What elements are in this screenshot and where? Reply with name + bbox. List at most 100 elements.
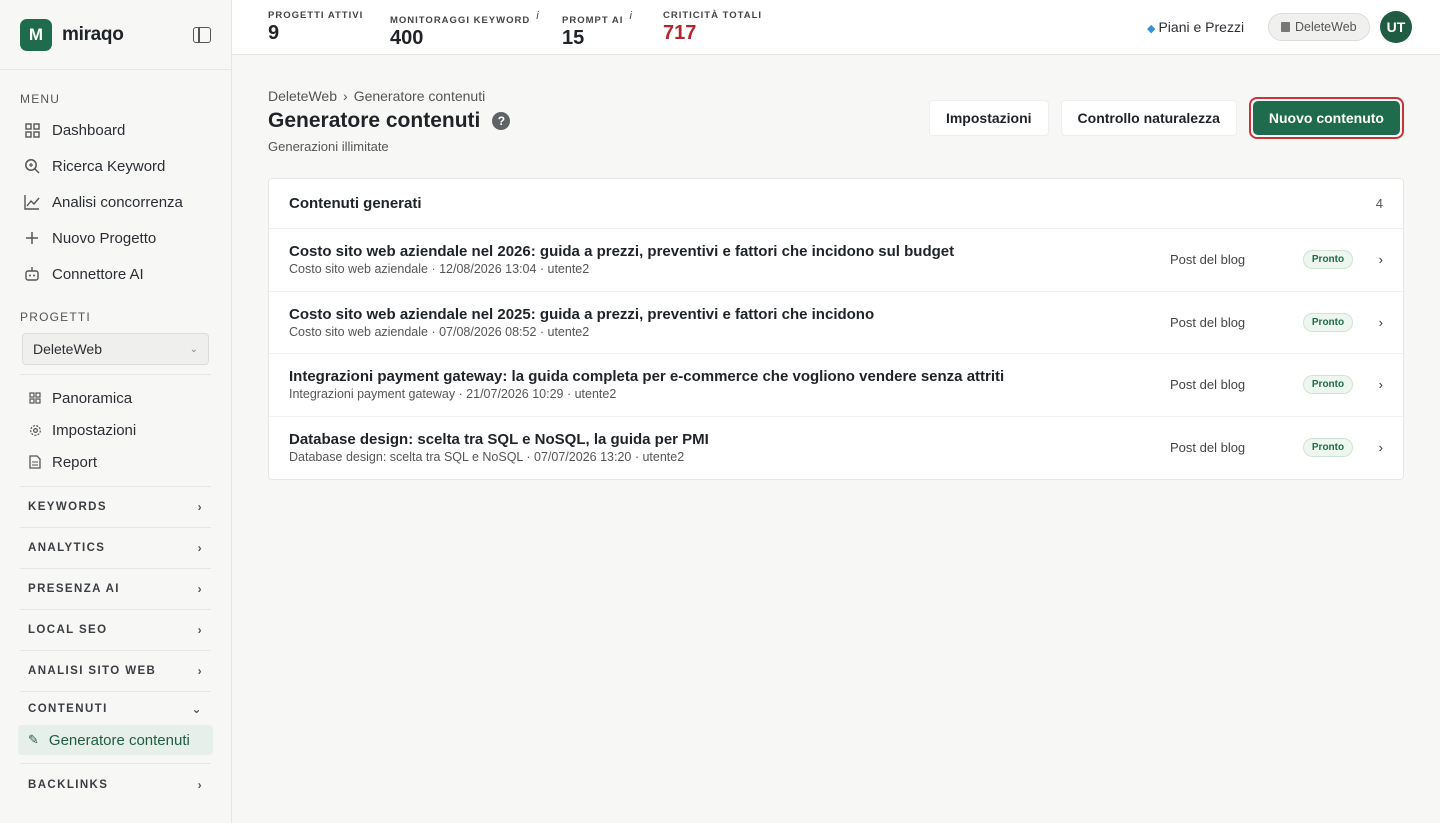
stat-prompt-ai: PROMPT AI i 15: [562, 10, 633, 50]
help-icon[interactable]: ?: [492, 112, 511, 130]
chevron-right-icon: ›: [197, 663, 203, 678]
chevron-right-icon: ›: [197, 540, 203, 555]
nav-item-label: Ricerca Keyword: [52, 157, 166, 175]
brand-header: M miraqo: [0, 0, 231, 70]
item-text: Database design: scelta tra SQL e NoSQL,…: [289, 431, 1170, 464]
group-keywords[interactable]: KEYWORDS ›: [20, 486, 211, 526]
project-item-label: Impostazioni: [52, 421, 137, 439]
breadcrumb-separator: ›: [343, 88, 348, 104]
highlight-ring: Nuovo contenuto: [1248, 97, 1404, 139]
status-badge: Pronto: [1303, 312, 1353, 332]
chevron-right-icon: ›: [197, 777, 203, 792]
project-item-report[interactable]: Report: [0, 446, 231, 478]
group-analytics[interactable]: ANALYTICS ›: [20, 527, 211, 567]
new-content-button[interactable]: Nuovo contenuto: [1252, 101, 1400, 135]
naturalness-check-button[interactable]: Controllo naturalezza: [1060, 100, 1237, 136]
settings-button[interactable]: Impostazioni: [928, 100, 1049, 136]
content-count: 4: [1375, 196, 1383, 211]
group-backlinks[interactable]: BACKLINKS ›: [20, 763, 211, 805]
brand-name[interactable]: miraqo: [62, 24, 124, 46]
generated-content-card: Contenuti generati 4 Costo sito web azie…: [268, 178, 1404, 480]
list-item[interactable]: Database design: scelta tra SQL e NoSQL,…: [269, 417, 1403, 480]
info-icon[interactable]: i: [629, 10, 632, 22]
workspace-button[interactable]: DeleteWeb: [1268, 13, 1370, 41]
nav-item-analisi-concorrenza[interactable]: Analisi concorrenza: [0, 184, 231, 220]
nav-item-label: Nuovo Progetto: [52, 229, 157, 247]
card-title: Contenuti generati: [289, 195, 422, 212]
stat-label: CRITICITÀ TOTALI: [663, 10, 763, 21]
pencil-icon: ✎: [28, 732, 39, 747]
item-title: Costo sito web aziendale nel 2026: guida…: [289, 243, 955, 261]
group-analisi-sito-web[interactable]: ANALISI SITO WEB ›: [20, 650, 211, 690]
item-text: Costo sito web aziendale nel 2026: guida…: [289, 243, 1170, 276]
item-meta: Costo sito web aziendale · 07/08/2026 08…: [289, 324, 590, 339]
chevron-down-icon: ⌄: [189, 343, 198, 355]
list-item[interactable]: Costo sito web aziendale nel 2026: guida…: [269, 229, 1403, 292]
chart-icon: [24, 194, 40, 210]
project-select[interactable]: DeleteWeb ⌄: [22, 333, 209, 365]
project-item-label: Report: [52, 453, 98, 471]
stat-label: PROMPT AI i: [562, 10, 633, 26]
stat-progetti-attivi: PROGETTI ATTIVI 9: [268, 10, 363, 45]
projects-section-title: PROGETTI: [20, 310, 91, 324]
main-content: DeleteWeb › Generatore contenuti Generator…: [268, 55, 1404, 480]
nav-item-ricerca-keyword[interactable]: Ricerca Keyword: [0, 148, 231, 184]
stat-label: PROGETTI ATTIVI: [268, 10, 364, 21]
group-label: BACKLINKS: [28, 778, 109, 791]
group-label: ANALYTICS: [28, 541, 106, 554]
pricing-label: Piani e Prezzi: [1158, 19, 1245, 35]
nav-item-label: Generatore contenuti: [48, 731, 190, 749]
group-contenuti[interactable]: CONTENUTI ⌄: [20, 691, 211, 725]
group-label: CONTENUTI: [28, 702, 108, 715]
stat-monitoraggi-keyword: MONITORAGGI KEYWORD i 400: [390, 10, 540, 50]
chevron-right-icon[interactable]: ›: [1353, 440, 1383, 455]
group-presenza-ai[interactable]: PRESENZA AI ›: [20, 568, 211, 608]
stat-value: 9: [268, 22, 280, 44]
item-title: Database design: scelta tra SQL e NoSQL,…: [289, 431, 709, 449]
stat-value: 15: [562, 27, 585, 50]
robot-icon: [24, 266, 40, 282]
list-item[interactable]: Costo sito web aziendale nel 2025: guida…: [269, 292, 1403, 354]
nav-item-nuovo-progetto[interactable]: Nuovo Progetto: [0, 220, 231, 256]
item-title: Costo sito web aziendale nel 2025: guida…: [289, 305, 875, 323]
chevron-right-icon[interactable]: ›: [1353, 252, 1383, 267]
project-item-panoramica[interactable]: Panoramica: [0, 382, 231, 414]
item-meta: Costo sito web aziendale · 12/08/2026 13…: [289, 262, 590, 277]
item-text: Integrazioni payment gateway: la guida c…: [289, 368, 1170, 401]
chevron-right-icon[interactable]: ›: [1353, 377, 1383, 392]
logo-icon[interactable]: M: [20, 18, 52, 51]
page-title: Generatore contenuti: [268, 109, 481, 132]
nav-item-generatore-contenuti[interactable]: ✎ Generatore contenuti: [18, 725, 213, 755]
nav-item-label: Analisi concorrenza: [52, 193, 183, 211]
item-type: Post del blog: [1170, 314, 1246, 330]
item-type: Post del blog: [1170, 377, 1246, 393]
project-item-impostazioni[interactable]: Impostazioni: [0, 414, 231, 446]
info-icon[interactable]: i: [536, 10, 539, 22]
workspace-label: DeleteWeb: [1295, 20, 1357, 34]
group-label: ANALISI SITO WEB: [28, 664, 157, 677]
gear-icon: [28, 423, 42, 437]
pricing-link[interactable]: ◆ Piani e Prezzi: [1147, 19, 1244, 35]
status-badge: Pronto: [1303, 375, 1353, 395]
group-label: LOCAL SEO: [28, 623, 108, 636]
item-meta: Database design: scelta tra SQL e NoSQL …: [289, 450, 685, 465]
chevron-right-icon: ›: [197, 499, 203, 514]
stat-label-text: MONITORAGGI KEYWORD: [390, 15, 531, 27]
nav-item-label: Connettore AI: [52, 265, 144, 283]
nav-item-dashboard[interactable]: Dashboard: [0, 112, 231, 148]
project-item-label: Panoramica: [52, 389, 133, 407]
stat-criticita-totali: CRITICITÀ TOTALI 717: [663, 10, 762, 45]
diamond-icon: ◆: [1147, 23, 1156, 35]
breadcrumb-link[interactable]: DeleteWeb: [268, 88, 337, 104]
page-actions: Impostazioni Controllo naturalezza Nuovo…: [917, 97, 1404, 139]
chevron-right-icon[interactable]: ›: [1353, 315, 1383, 330]
nav-item-label: Dashboard: [52, 121, 126, 139]
list-item[interactable]: Integrazioni payment gateway: la guida c…: [269, 354, 1403, 417]
building-icon: [1281, 22, 1290, 32]
item-meta: Integrazioni payment gateway · 21/07/202…: [289, 387, 617, 402]
group-local-seo[interactable]: LOCAL SEO ›: [20, 609, 211, 649]
status-badge: Pronto: [1303, 250, 1353, 270]
avatar[interactable]: UT: [1380, 11, 1412, 43]
sidebar-toggle-icon[interactable]: [193, 26, 211, 43]
nav-item-connettore-ai[interactable]: Connettore AI: [0, 256, 231, 292]
